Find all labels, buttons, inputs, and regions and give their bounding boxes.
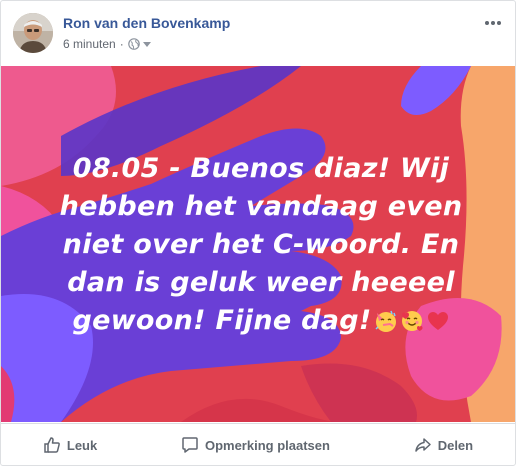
audience-dropdown-icon[interactable] — [142, 40, 151, 48]
thumbs-up-icon — [43, 436, 61, 454]
partying-face-icon — [374, 306, 398, 344]
comment-label: Opmerking plaatsen — [204, 437, 330, 453]
post-meta: 6 minuten · — [63, 37, 151, 51]
meta-separator: · — [119, 37, 124, 51]
like-button[interactable]: Leuk — [33, 430, 107, 460]
red-heart-icon — [426, 306, 450, 344]
post-header: Ron van den Bovenkamp 6 minuten · — [1, 1, 515, 65]
share-icon — [414, 436, 432, 454]
post-text-background[interactable]: 08.05 - Buenos diaz! Wij hebben het vand… — [1, 66, 515, 422]
like-label: Leuk — [66, 437, 98, 453]
comment-button[interactable]: Opmerking plaatsen — [171, 430, 340, 460]
post-message: 08.05 - Buenos diaz! Wij hebben het vand… — [31, 150, 491, 344]
share-button[interactable]: Delen — [404, 430, 483, 460]
avatar-photo — [13, 13, 53, 53]
post-timestamp[interactable]: 6 minuten — [63, 37, 116, 51]
smiling-face-with-hearts-icon — [400, 306, 424, 344]
post-actions-bar: Leuk Opmerking plaatsen Delen — [1, 423, 515, 466]
more-options-icon[interactable] — [483, 15, 503, 31]
share-label: Delen — [437, 437, 474, 453]
comment-icon — [181, 436, 199, 454]
post-card: Ron van den Bovenkamp 6 minuten · 08.05 … — [0, 0, 516, 466]
avatar[interactable] — [13, 13, 53, 53]
globe-icon[interactable] — [127, 38, 140, 50]
author-name[interactable]: Ron van den Bovenkamp — [63, 15, 230, 31]
